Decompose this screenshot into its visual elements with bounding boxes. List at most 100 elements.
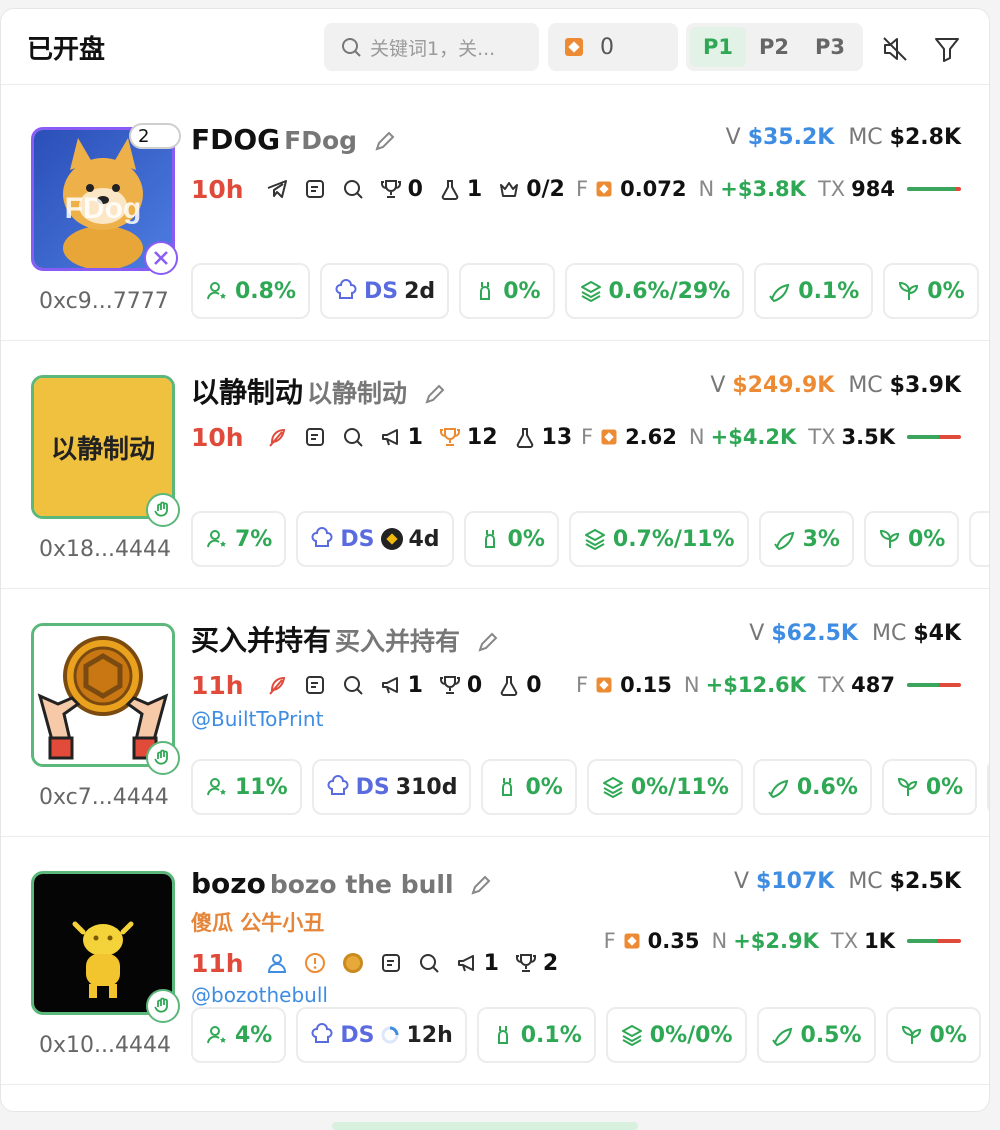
holder-pct-chip[interactable]: 4% — [191, 1007, 287, 1063]
notes-icon[interactable] — [304, 178, 326, 200]
page-button-p1[interactable]: P1 — [690, 27, 746, 67]
sprout-chip[interactable]: 0% — [885, 1007, 981, 1063]
token-meta-line: 11h 1 0 0 — [191, 669, 558, 701]
token-meta-line: 11h 1 2 — [191, 947, 574, 979]
fish-chip[interactable]: 0.5% — [756, 1007, 876, 1063]
holder-pct-chip[interactable]: 0.8% — [191, 263, 311, 319]
twitter-handle[interactable]: @bozothebull — [191, 983, 328, 1007]
twitter-handle[interactable]: @BuiltToPrint — [191, 707, 323, 731]
filter-icon[interactable] — [933, 35, 961, 63]
svg-text:FDog: FDog — [65, 192, 142, 225]
token-age: 11h — [191, 670, 244, 700]
token-name: FDOG FDog — [191, 123, 397, 156]
token-symbol: 买入并持有 — [191, 624, 332, 657]
bozo-bull-logo — [34, 874, 172, 1012]
token-row[interactable]: 0x10...4444 bozo bozo the bull 傻瓜 公牛小丑 V … — [1, 837, 989, 1085]
sprout-chip[interactable]: 0% — [863, 511, 960, 567]
metric-chips: 11% DS 310d 0% 0%/11% 0.6% 0% — [191, 759, 989, 815]
edit-icon[interactable] — [423, 382, 447, 406]
holder-pct-chip[interactable]: 11% — [191, 759, 302, 815]
token-age: 10h — [191, 174, 244, 204]
edit-icon[interactable] — [469, 873, 493, 897]
layers-icon — [602, 777, 623, 798]
feather-icon — [266, 426, 288, 448]
scroll-indicator[interactable] — [332, 1122, 638, 1130]
flask-icon — [441, 180, 459, 200]
gift-chip[interactable]: 0.1% — [476, 1007, 596, 1063]
fish-chip[interactable]: 0.6% — [752, 759, 872, 815]
buy-sell-bar — [907, 939, 961, 943]
speaker-stat: 1 — [380, 425, 423, 450]
buy-sell-bar — [907, 435, 961, 439]
trophy-stat: 12 — [439, 425, 498, 450]
search-input[interactable]: 关键词1，关... — [324, 23, 539, 71]
token-row[interactable]: FDog 2 0xc9...7777 FDOG FDog V $35.2K MC … — [1, 93, 989, 341]
page-button-p2[interactable]: P2 — [746, 27, 802, 67]
token-alias: 傻瓜 公牛小丑 — [191, 911, 325, 935]
holder-pct-chip[interactable]: 7% — [191, 511, 287, 567]
notes-icon[interactable] — [380, 952, 402, 974]
user-star-icon — [207, 530, 226, 548]
progress-ring-icon — [381, 1026, 399, 1044]
bnb-icon — [601, 429, 617, 445]
fish-chip[interactable]: 0.1% — [754, 263, 874, 319]
amount-value: 0 — [600, 34, 614, 60]
search-icon[interactable] — [418, 952, 440, 974]
netflow-value: +$12.6K — [705, 673, 806, 697]
tx-count: 3.5K — [841, 425, 895, 449]
edit-icon[interactable] — [476, 630, 500, 654]
dev-chip[interactable]: DS 12h — [296, 1007, 467, 1063]
trophy-stat: 2 — [515, 951, 558, 976]
edit-icon[interactable] — [373, 129, 397, 153]
chef-hat-icon — [335, 279, 357, 299]
dev-chip[interactable]: DS 2d — [320, 263, 450, 319]
search-icon[interactable] — [342, 674, 364, 696]
token-symbol: 以静制动 — [191, 376, 304, 409]
fish-chip[interactable]: 3% — [758, 511, 854, 567]
amount-input[interactable]: 0 — [548, 23, 678, 71]
layers-chip[interactable]: 0%/11% — [586, 759, 743, 815]
sprout-chip[interactable]: 0% — [883, 263, 979, 319]
layers-chip[interactable]: 0.7%/11% — [568, 511, 749, 567]
netflow-value: +$4.2K — [710, 425, 797, 449]
token-address[interactable]: 0x18...4444 — [39, 537, 171, 562]
telegram-icon[interactable] — [266, 178, 288, 200]
tx-count: 1K — [864, 929, 895, 953]
token-list-panel: 已开盘 关键词1，关... 0 P1 P2 P3 FDog 2 0xc9...7… — [0, 8, 990, 1112]
netflow-value: +$3.8K — [720, 177, 806, 201]
layers-chip[interactable]: 0%/0% — [605, 1007, 747, 1063]
binance-icon — [381, 528, 404, 550]
sprout-icon — [897, 777, 917, 796]
more-chip[interactable] — [987, 759, 989, 815]
buy-sell-bar — [907, 187, 961, 191]
mute-icon[interactable] — [881, 35, 909, 63]
gift-chip[interactable]: 0% — [481, 759, 577, 815]
token-address[interactable]: 0xc7...4444 — [39, 785, 169, 810]
more-chip[interactable] — [969, 511, 989, 567]
token-address[interactable]: 0xc9...7777 — [39, 289, 169, 314]
dev-chip[interactable]: DS 310d — [311, 759, 472, 815]
search-icon[interactable] — [342, 178, 364, 200]
notes-icon[interactable] — [304, 426, 326, 448]
token-name: 买入并持有 买入并持有 — [191, 619, 500, 659]
notes-icon[interactable] — [304, 674, 326, 696]
coin-hands-logo — [34, 626, 172, 764]
feather-icon — [266, 674, 288, 696]
holders-badge: 2 — [129, 123, 181, 149]
more-chip[interactable] — [988, 263, 989, 319]
layers-chip[interactable]: 0.6%/29% — [564, 263, 745, 319]
page-button-p3[interactable]: P3 — [802, 27, 858, 67]
volume-value: $35.2K — [747, 125, 835, 150]
fish-icon — [768, 779, 789, 799]
token-row[interactable]: 0xc7...4444 买入并持有 买入并持有 V $62.5K MC $4K 1… — [1, 589, 989, 837]
search-icon[interactable] — [342, 426, 364, 448]
wave-icon — [146, 989, 180, 1023]
token-row[interactable]: 以静制动 0x18...4444 以静制动 以静制动 V $249.9K MC $… — [1, 341, 989, 589]
dev-chip[interactable]: DS 4d — [296, 511, 454, 567]
token-address[interactable]: 0x10...4444 — [39, 1033, 171, 1058]
gift-chip[interactable]: 0% — [459, 263, 555, 319]
sprout-chip[interactable]: 0% — [881, 759, 978, 815]
flask-icon — [500, 676, 518, 696]
bnb-icon — [624, 933, 640, 949]
gift-chip[interactable]: 0% — [463, 511, 559, 567]
